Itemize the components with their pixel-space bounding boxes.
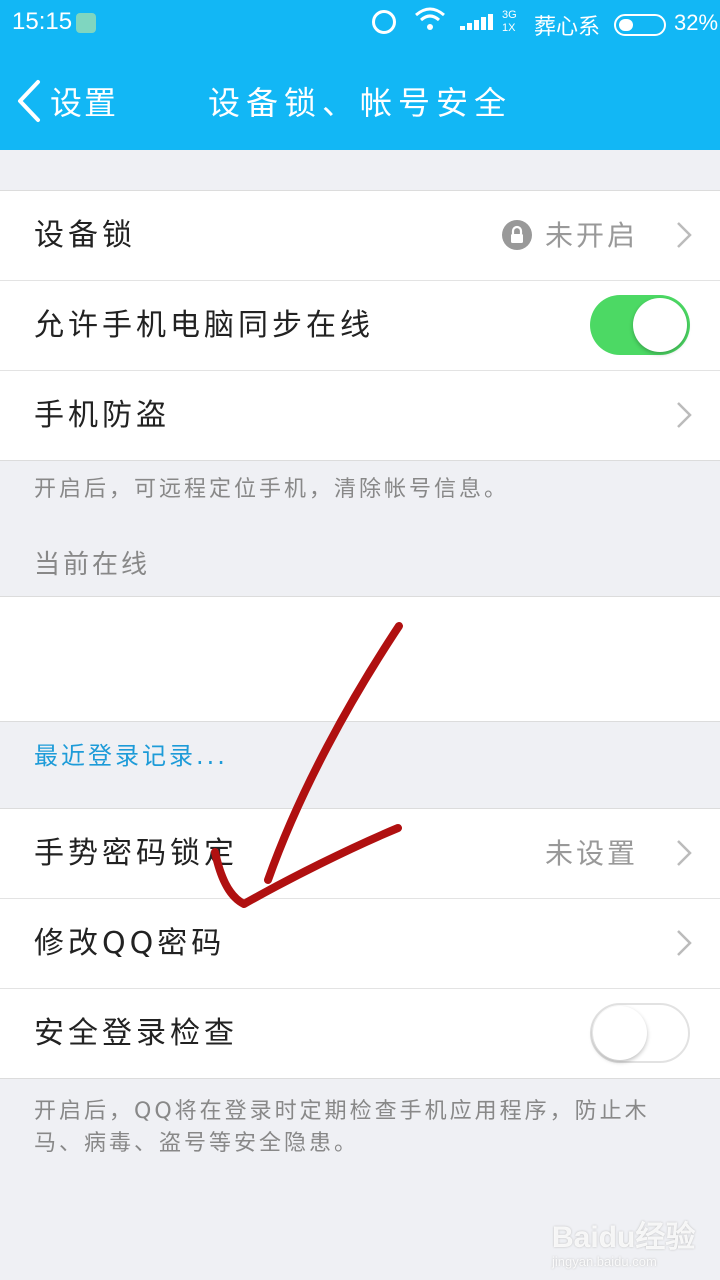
alarm-icon	[372, 10, 396, 34]
baidu-watermark: Baidu经验 jingyan.baidu.com	[552, 1212, 695, 1269]
device-lock-row[interactable]: 设备锁 未开启	[0, 191, 720, 281]
status-bar: 15:15 3G 1X 葬心系 32%	[0, 0, 720, 50]
sync-online-toggle[interactable]	[590, 295, 690, 355]
battery-icon	[614, 14, 666, 36]
safe-login-note: 开启后，QQ将在登录时定期检查手机应用程序，防止木马、病毒、盗号等安全隐患。	[34, 1099, 650, 1156]
gesture-lock-status: 未设置	[544, 837, 638, 870]
current-online-header: 当前在线	[34, 550, 151, 580]
safe-login-check-label: 安全登录检查	[34, 1016, 238, 1051]
shield-icon	[76, 13, 96, 33]
network-type: 3G 1X	[502, 9, 517, 35]
watermark-url: jingyan.baidu.com	[552, 1254, 657, 1269]
chevron-right-icon	[677, 222, 692, 248]
network-type-bottom: 1X	[502, 22, 516, 34]
wifi-icon	[414, 6, 446, 39]
battery-fill	[619, 19, 633, 31]
recent-login-link[interactable]: 最近登录记录...	[34, 736, 228, 771]
device-lock-status: 未开启	[544, 219, 638, 252]
device-lock-label: 设备锁	[34, 218, 136, 253]
page-title: 设备锁、帐号安全	[207, 84, 512, 122]
anti-theft-row[interactable]: 手机防盗	[0, 371, 720, 460]
security-settings-group: 设备锁 未开启 允许手机电脑同步在线 手机防盗	[0, 190, 720, 461]
nav-bar: 设置 设备锁、帐号安全	[0, 50, 720, 150]
change-password-row[interactable]: 修改QQ密码	[0, 899, 720, 989]
signal-icon	[460, 12, 500, 34]
sync-online-label: 允许手机电脑同步在线	[34, 308, 374, 343]
watermark-brand: Baidu经验	[552, 1221, 696, 1254]
change-password-label: 修改QQ密码	[34, 926, 226, 961]
toggle-knob	[593, 1006, 647, 1060]
status-time: 15:15	[12, 8, 73, 35]
password-settings-group: 手势密码锁定 未设置 修改QQ密码 安全登录检查	[0, 808, 720, 1079]
carrier-name: 葬心系	[534, 15, 601, 40]
anti-theft-label: 手机防盗	[34, 398, 170, 433]
gesture-lock-row[interactable]: 手势密码锁定 未设置	[0, 809, 720, 899]
safe-login-check-row: 安全登录检查	[0, 989, 720, 1078]
toggle-knob	[633, 298, 687, 352]
chevron-right-icon	[677, 930, 692, 956]
anti-theft-note: 开启后，可远程定位手机，清除帐号信息。	[34, 477, 510, 502]
chevron-right-icon	[677, 402, 692, 428]
gesture-lock-label: 手势密码锁定	[34, 836, 238, 871]
current-online-device	[0, 596, 720, 722]
lock-icon	[502, 220, 532, 250]
battery-percent: 32%	[674, 10, 719, 35]
sync-online-row: 允许手机电脑同步在线	[0, 281, 720, 371]
chevron-right-icon	[677, 840, 692, 866]
safe-login-check-toggle[interactable]	[590, 1003, 690, 1063]
network-type-top: 3G	[502, 9, 517, 21]
